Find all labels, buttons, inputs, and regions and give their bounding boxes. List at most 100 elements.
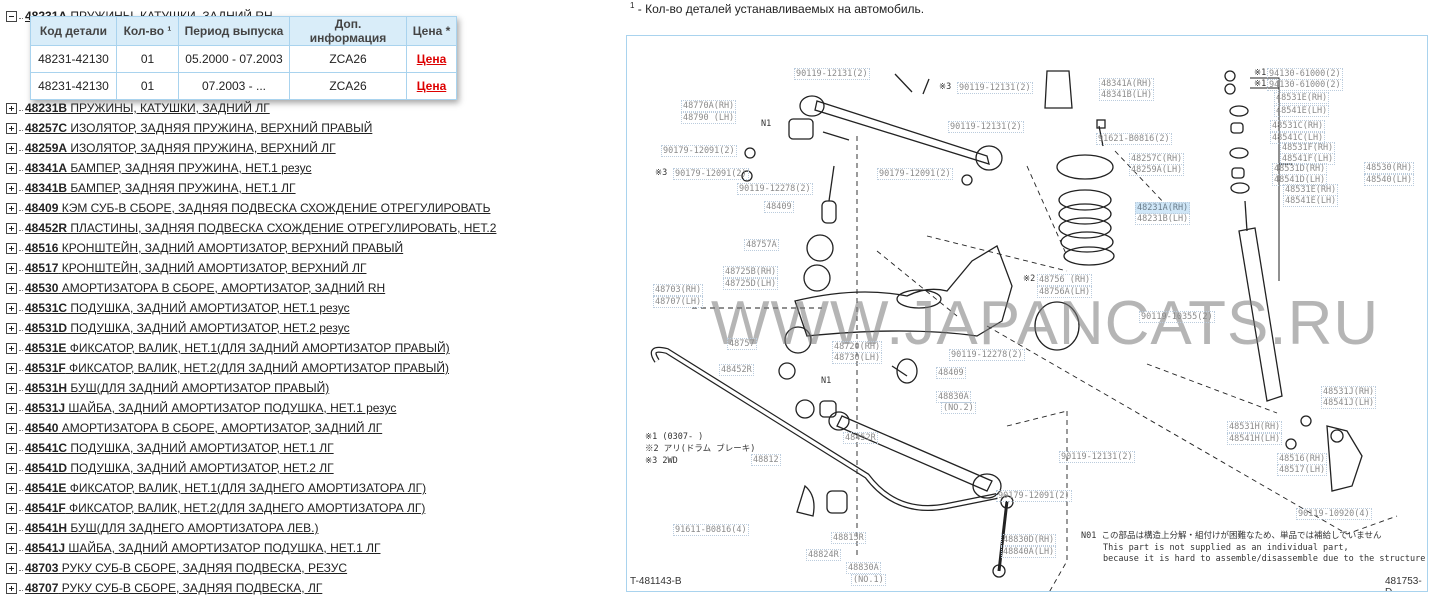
expand-toggle-icon[interactable] <box>6 322 17 334</box>
diagram-label[interactable]: 90119-10355(2) <box>1139 311 1215 323</box>
parts-list-item[interactable]: 48707 РУКУ СУБ-В СБОРЕ, ЗАДНЯЯ ПОДВЕСКА,… <box>6 578 322 598</box>
expand-toggle-icon[interactable] <box>6 522 17 534</box>
parts-list-item[interactable]: 48517 КРОНШТЕЙН, ЗАДНИЙ АМОРТИЗАТОР, ВЕР… <box>6 258 366 278</box>
part-link[interactable]: 48541C ПОДУШКА, ЗАДНИЙ АМОРТИЗАТОР, НЕТ.… <box>25 441 334 455</box>
expand-toggle-icon[interactable] <box>6 382 17 394</box>
diagram-label[interactable]: 90179-12091(2) <box>996 490 1072 502</box>
part-link[interactable]: 48259A ИЗОЛЯТОР, ЗАДНЯЯ ПРУЖИНА, ВЕРХНИЙ… <box>25 141 336 155</box>
expand-toggle-icon[interactable] <box>6 402 17 414</box>
diagram-label[interactable]: 48541E(LH) <box>1283 195 1339 207</box>
expand-toggle-icon[interactable] <box>6 202 17 214</box>
expand-toggle-icon[interactable] <box>6 122 17 134</box>
part-link[interactable]: 48541F ФИКСАТОР, ВАЛИК, НЕТ.2(ДЛЯ ЗАДНЕГ… <box>25 501 425 515</box>
parts-list-item[interactable]: 48531C ПОДУШКА, ЗАДНИЙ АМОРТИЗАТОР, НЕТ.… <box>6 298 350 318</box>
part-link[interactable]: 48531E ФИКСАТОР, ВАЛИК, НЕТ.1(ДЛЯ ЗАДНИЙ… <box>25 341 450 355</box>
parts-list-item[interactable]: 48531H БУШ(ДЛЯ ЗАДНИЙ АМОРТИЗАТОР ПРАВЫЙ… <box>6 378 329 398</box>
parts-list-item[interactable]: 48257C ИЗОЛЯТОР, ЗАДНЯЯ ПРУЖИНА, ВЕРХНИЙ… <box>6 118 372 138</box>
diagram-label[interactable]: 48725B(RH) <box>723 266 779 278</box>
diagram-label[interactable]: 48757 <box>727 338 757 350</box>
diagram-label[interactable]: 90119-10920(4) <box>1296 508 1372 520</box>
diagram-label[interactable]: 48730(LH) <box>832 352 883 364</box>
parts-list-item[interactable]: 48531E ФИКСАТОР, ВАЛИК, НЕТ.1(ДЛЯ ЗАДНИЙ… <box>6 338 450 358</box>
diagram-label[interactable]: 48707(LH) <box>653 296 704 308</box>
diagram-label[interactable]: 48409 <box>764 201 794 213</box>
diagram-label[interactable]: 91611-B0816(4) <box>673 524 749 536</box>
diagram-label[interactable]: 48824R <box>806 549 841 561</box>
diagram-label[interactable]: 48531C(RH) <box>1270 120 1326 132</box>
part-link[interactable]: 48341B БАМПЕР, ЗАДНЯЯ ПРУЖИНА, НЕТ.1 ЛГ <box>25 181 296 195</box>
parts-list-item[interactable]: 48541E ФИКСАТОР, ВАЛИК, НЕТ.1(ДЛЯ ЗАДНЕГ… <box>6 478 426 498</box>
diagram-label[interactable]: 48341B(LH) <box>1099 89 1155 101</box>
parts-list-item[interactable]: 48530 АМОРТИЗАТОРА В СБОРЕ, АМОРТИЗАТОР,… <box>6 278 385 298</box>
diagram-label[interactable]: 90119-12278(2) <box>737 183 813 195</box>
parts-list-item[interactable]: 48541D ПОДУШКА, ЗАДНИЙ АМОРТИЗАТОР, НЕТ.… <box>6 458 334 478</box>
diagram-label[interactable]: 90179-12091(2) <box>661 145 737 157</box>
part-link[interactable]: 48531D ПОДУШКА, ЗАДНИЙ АМОРТИЗАТОР, НЕТ.… <box>25 321 350 335</box>
diagram-label[interactable]: 90119-12131(2) <box>948 121 1024 133</box>
diagram-label[interactable]: 90119-12131(2) <box>957 82 1033 94</box>
part-link[interactable]: 48531C ПОДУШКА, ЗАДНИЙ АМОРТИЗАТОР, НЕТ.… <box>25 301 350 315</box>
part-link[interactable]: 48530 АМОРТИЗАТОРА В СБОРЕ, АМОРТИЗАТОР,… <box>25 281 385 295</box>
part-link[interactable]: 48541E ФИКСАТОР, ВАЛИК, НЕТ.1(ДЛЯ ЗАДНЕГ… <box>25 481 426 495</box>
diagram-label[interactable]: 48756A(LH) <box>1037 286 1093 298</box>
expand-toggle-icon[interactable] <box>6 462 17 474</box>
parts-list-item[interactable]: 48541H БУШ(ДЛЯ ЗАДНЕГО АМОРТИЗАТОРА ЛЕВ.… <box>6 518 318 538</box>
parts-list-item[interactable]: 48409 КЭМ СУБ-В СБОРЕ, ЗАДНЯЯ ПОДВЕСКА С… <box>6 198 490 218</box>
part-link[interactable]: 48531J ШАЙБА, ЗАДНИЙ АМОРТИЗАТОР ПОДУШКА… <box>25 401 396 415</box>
expand-toggle-icon[interactable] <box>6 162 17 174</box>
diagram-label[interactable]: 48790 (LH) <box>681 112 737 124</box>
part-link[interactable]: 48516 КРОНШТЕЙН, ЗАДНИЙ АМОРТИЗАТОР, ВЕР… <box>25 241 403 255</box>
part-link[interactable]: 48541J ШАЙБА, ЗАДНИЙ АМОРТИЗАТОР ПОДУШКА… <box>25 541 380 555</box>
parts-list-item[interactable]: 48540 АМОРТИЗАТОРА В СБОРЕ, АМОРТИЗАТОР,… <box>6 418 382 438</box>
diagram-label[interactable]: 48830D(RH) <box>1001 534 1057 546</box>
diagram-label[interactable]: 48541E(LH) <box>1274 105 1330 117</box>
collapse-toggle-icon[interactable] <box>6 10 17 22</box>
part-link[interactable]: 48231B ПРУЖИНЫ, КАТУШКИ, ЗАДНИЙ ЛГ <box>25 101 270 115</box>
parts-list-item[interactable]: 48531J ШАЙБА, ЗАДНИЙ АМОРТИЗАТОР ПОДУШКА… <box>6 398 396 418</box>
part-link[interactable]: 48517 КРОНШТЕЙН, ЗАДНИЙ АМОРТИЗАТОР, ВЕР… <box>25 261 366 275</box>
part-link[interactable]: 48452R ПЛАСТИНЫ, ЗАДНЯЯ ПОДВЕСКА СХОЖДЕН… <box>25 221 496 235</box>
expand-toggle-icon[interactable] <box>6 242 17 254</box>
diagram-label[interactable]: 48452R <box>719 364 754 376</box>
parts-list-item[interactable]: 48703 РУКУ СУБ-В СБОРЕ, ЗАДНЯЯ ПОДВЕСКА,… <box>6 558 347 578</box>
diagram-label[interactable]: 48259A(LH) <box>1129 164 1185 176</box>
diagram-label[interactable]: 48815R <box>831 532 866 544</box>
expand-toggle-icon[interactable] <box>6 142 17 154</box>
expand-toggle-icon[interactable] <box>6 442 17 454</box>
part-link[interactable]: 48531H БУШ(ДЛЯ ЗАДНИЙ АМОРТИЗАТОР ПРАВЫЙ… <box>25 381 329 395</box>
expand-toggle-icon[interactable] <box>6 482 17 494</box>
diagram-label[interactable]: 48530(RH) <box>1364 162 1415 174</box>
diagram-label[interactable]: (NO.2) <box>941 402 976 414</box>
parts-list-item[interactable]: 48541J ШАЙБА, ЗАДНИЙ АМОРТИЗАТОР ПОДУШКА… <box>6 538 380 558</box>
expand-toggle-icon[interactable] <box>6 342 17 354</box>
part-link[interactable]: 48409 КЭМ СУБ-В СБОРЕ, ЗАДНЯЯ ПОДВЕСКА С… <box>25 201 490 215</box>
diagram-label[interactable]: 48703(RH) <box>653 284 704 296</box>
diagram-label[interactable]: 48725D(LH) <box>723 278 779 290</box>
diagram-label[interactable]: 90179-12091(2) <box>673 168 749 180</box>
diagram-label[interactable]: 90119-12278(2) <box>949 349 1025 361</box>
part-link[interactable]: 48341A БАМПЕР, ЗАДНЯЯ ПРУЖИНА, НЕТ.1 рез… <box>25 161 312 175</box>
expand-toggle-icon[interactable] <box>6 102 17 114</box>
part-link[interactable]: 48540 АМОРТИЗАТОРА В СБОРЕ, АМОРТИЗАТОР,… <box>25 421 382 435</box>
parts-list-item[interactable]: 48341A БАМПЕР, ЗАДНЯЯ ПРУЖИНА, НЕТ.1 рез… <box>6 158 312 178</box>
expand-toggle-icon[interactable] <box>6 262 17 274</box>
expand-toggle-icon[interactable] <box>6 222 17 234</box>
diagram-label[interactable]: 90119-12131(2) <box>794 68 870 80</box>
part-link[interactable]: 48541D ПОДУШКА, ЗАДНИЙ АМОРТИЗАТОР, НЕТ.… <box>25 461 334 475</box>
expand-toggle-icon[interactable] <box>6 182 17 194</box>
price-link[interactable]: Цена <box>417 52 447 66</box>
parts-list-item[interactable]: 48231B ПРУЖИНЫ, КАТУШКИ, ЗАДНИЙ ЛГ <box>6 98 270 118</box>
expand-toggle-icon[interactable] <box>6 562 17 574</box>
expand-toggle-icon[interactable] <box>6 282 17 294</box>
diagram-label[interactable]: 48540(LH) <box>1364 174 1415 186</box>
expand-toggle-icon[interactable] <box>6 422 17 434</box>
diagram-label[interactable]: 48756 (RH) <box>1037 274 1093 286</box>
expand-toggle-icon[interactable] <box>6 302 17 314</box>
price-link[interactable]: Цена <box>417 79 447 93</box>
diagram-label[interactable]: 48231B(LH) <box>1135 213 1191 225</box>
diagram-label[interactable]: (NO.1) <box>851 574 886 586</box>
diagram-label[interactable]: 48452R <box>843 432 878 444</box>
diagram-label[interactable]: 48531H(RH) <box>1227 421 1283 433</box>
expand-toggle-icon[interactable] <box>6 502 17 514</box>
parts-list-item[interactable]: 48516 КРОНШТЕЙН, ЗАДНИЙ АМОРТИЗАТОР, ВЕР… <box>6 238 403 258</box>
